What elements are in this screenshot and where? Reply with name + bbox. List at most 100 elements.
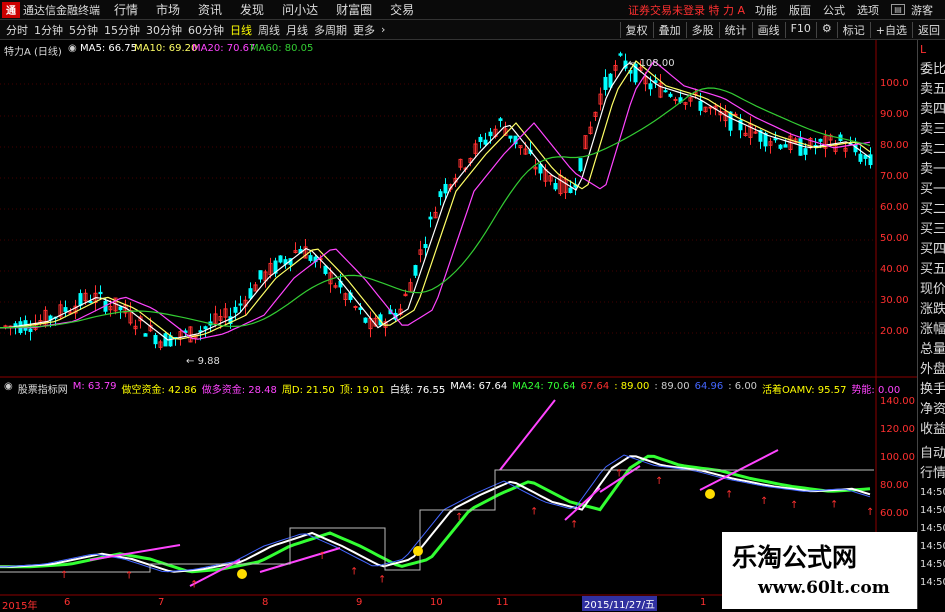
ind-white-line: 白线: 76.55 [390,385,446,396]
menu-trade[interactable]: 交易 [390,1,414,18]
menu-quotes[interactable]: 行情 [114,1,138,18]
candle [668,93,673,97]
tool-f10[interactable]: F10 [784,21,816,38]
sidebar-item[interactable]: 卖一 [918,160,945,180]
sidebar-item[interactable]: 收益 [918,420,945,440]
buy-arrow-icon: ↑ [60,570,68,581]
smiley-icon [237,569,247,579]
price-tick: 40.00 [880,264,909,275]
tick-time: 14:50 [920,541,945,552]
sidebar-item[interactable]: 买四 [918,240,945,260]
menu-function[interactable]: 功能 [755,2,777,18]
buy-arrow-icon: ↑ [125,571,133,582]
sidebar-quotes[interactable]: 行情 [918,464,945,484]
sidebar-item[interactable]: 卖三 [918,120,945,140]
sidebar-item[interactable]: 卖五 [918,80,945,100]
sidebar-item[interactable]: 卖二 [918,140,945,160]
candle [648,83,653,90]
buy-arrow-icon: ↑ [318,551,326,562]
tick-time: 14:50 [920,523,945,534]
candle [168,335,173,347]
period-1min[interactable]: 1分钟 [34,22,63,38]
candle [88,300,93,303]
menu-guest[interactable]: 游客 [911,2,933,18]
menu-layout[interactable]: 版面 [789,2,811,18]
sidebar-item[interactable]: 外盘 [918,360,945,380]
ind-tick: 100.00 [880,452,915,463]
settings-icon[interactable]: ⚙ [815,21,837,38]
candle [698,100,703,111]
ind-m: M: 63.79 [72,381,117,392]
menu-ask[interactable]: 问小达 [282,1,318,18]
menu-discover[interactable]: 发现 [240,1,264,18]
period-5min[interactable]: 5分钟 [69,22,98,38]
tool-draw[interactable]: 画线 [751,21,785,38]
candle [323,265,328,274]
tool-add-watch[interactable]: +自选 [869,21,912,38]
sidebar-item[interactable]: 净资 [918,400,945,420]
candle [478,136,483,143]
chevron-right-icon[interactable]: › [381,23,385,36]
ind-weekly-d: 周D: 21.50 [281,385,335,396]
period-60min[interactable]: 60分钟 [188,22,224,38]
buy-arrow-icon: ↑ [530,507,538,518]
tool-back[interactable]: 返回 [912,21,945,38]
candle [98,291,103,295]
sidebar-auto[interactable]: 自动 [918,444,945,464]
price-tick: 70.00 [880,171,909,182]
price-tick: 80.00 [880,140,909,151]
tool-stats[interactable]: 统计 [718,21,752,38]
tool-overlay[interactable]: 叠加 [652,21,686,38]
period-more[interactable]: 更多 [353,22,375,38]
tick-time: 14:50 [920,487,945,498]
buy-arrow-icon: ↑ [830,499,838,510]
menu-formula[interactable]: 公式 [823,2,845,18]
sidebar-item[interactable]: 涨幅 [918,320,945,340]
sidebar-item[interactable]: 买二 [918,200,945,220]
ind-ma4: MA4: 67.64 [450,381,508,392]
menu-wealth[interactable]: 财富圈 [336,1,372,18]
period-weekly[interactable]: 周线 [258,22,280,38]
tool-restore-rights[interactable]: 复权 [619,21,653,38]
tool-mark[interactable]: 标记 [836,21,870,38]
candle [538,164,543,174]
sidebar-item[interactable]: 卖四 [918,100,945,120]
candle [78,293,83,306]
sidebar-top: L [920,43,927,56]
sidebar-item[interactable]: 买五 [918,260,945,280]
buy-arrow-icon: ↑ [378,575,386,586]
buy-arrow-icon: ↑ [866,507,874,518]
time-tick: 6 [64,597,71,608]
menu-market[interactable]: 市场 [156,1,180,18]
candle [163,333,168,347]
candle [868,154,873,166]
sidebar-item[interactable]: 换手 [918,380,945,400]
ind-tick: 140.00 [880,396,915,407]
sidebar-item[interactable]: 买一 [918,180,945,200]
period-timeshare[interactable]: 分时 [6,22,28,38]
sidebar-item[interactable]: 现价 [918,280,945,300]
menu-options[interactable]: 选项 [857,2,879,18]
period-multi[interactable]: 多周期 [314,22,347,38]
sidebar-item[interactable]: 涨跌 [918,300,945,320]
kline-chart[interactable]: ↑ ↑ ↑ ↑ ↑ ↑ ↑ ↑ ↑ ↑ ↑ ↑ ↑ ↑ ↑ ↑ [0,40,917,609]
buy-arrow-icon: ↑ [725,489,733,500]
period-daily[interactable]: 日线 [230,22,252,38]
period-15min[interactable]: 15分钟 [104,22,140,38]
sidebar-item[interactable]: 委比 [918,60,945,80]
indicator-name[interactable]: 股票指标网 [18,381,68,396]
quote-sidebar: L 委比 卖五 卖四 卖三 卖二 卖一 买一 买二 买三 买四 买五 现价 涨跌… [917,40,945,609]
indicator-info: ◉ 股票指标网 M: 63.79 做空资金: 42.86 做多资金: 28.48… [4,381,900,396]
candle [488,131,493,137]
period-monthly[interactable]: 月线 [286,22,308,38]
menu-news[interactable]: 资讯 [198,1,222,18]
candle [428,216,433,220]
buy-arrow-icon: ↑ [350,566,358,577]
period-toolbar: 分时 1分钟 5分钟 15分钟 30分钟 60分钟 日线 周线 月线 多周期 更… [0,20,945,40]
period-30min[interactable]: 30分钟 [146,22,182,38]
tool-multi-stock[interactable]: 多股 [685,21,719,38]
sidebar-item[interactable]: 买三 [918,220,945,240]
skin-icon[interactable]: ▤ [891,4,905,15]
buy-arrow-icon: ↑ [455,512,463,523]
sidebar-item[interactable]: 总量 [918,340,945,360]
